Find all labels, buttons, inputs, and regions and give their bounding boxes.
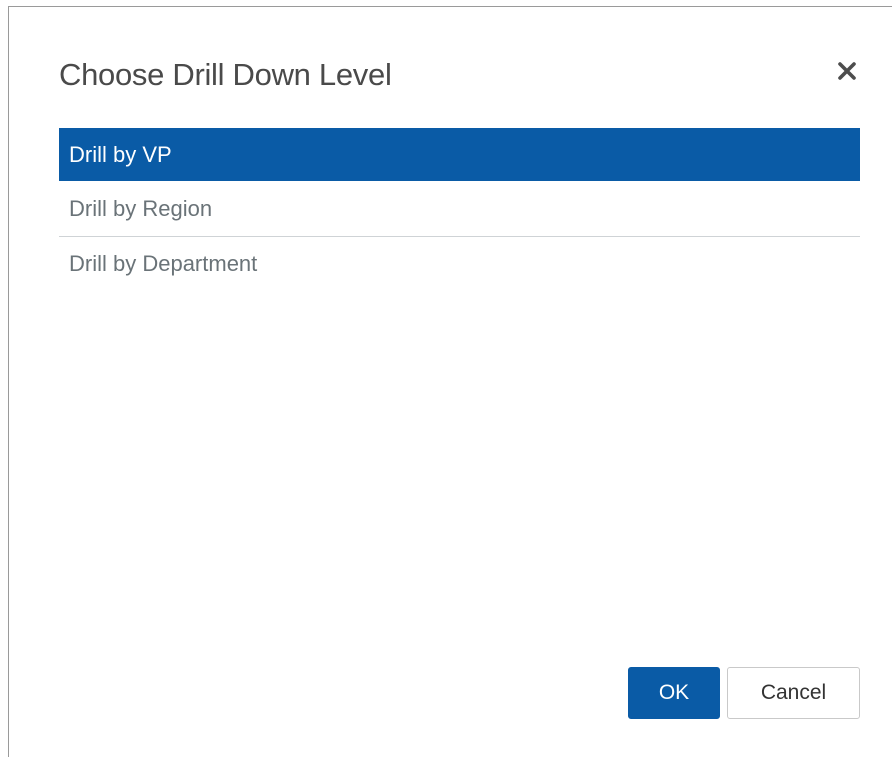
drill-level-list: Drill by VP Drill by Region Drill by Dep…	[59, 128, 860, 291]
dialog-title: Choose Drill Down Level	[59, 57, 392, 92]
list-item-label: Drill by Department	[69, 251, 258, 276]
list-item-drill-by-region[interactable]: Drill by Region	[59, 181, 860, 237]
list-item-label: Drill by VP	[69, 142, 172, 167]
ok-button[interactable]: OK	[628, 667, 720, 719]
close-icon	[835, 59, 859, 83]
list-item-drill-by-vp[interactable]: Drill by VP	[59, 128, 860, 181]
list-item-drill-by-department[interactable]: Drill by Department	[59, 237, 860, 291]
dialog-footer: OK Cancel	[628, 667, 860, 719]
drill-down-dialog: Choose Drill Down Level Drill by VP Dril…	[8, 6, 892, 757]
list-item-label: Drill by Region	[69, 196, 213, 221]
close-button[interactable]	[835, 59, 859, 83]
cancel-button[interactable]: Cancel	[727, 667, 860, 719]
